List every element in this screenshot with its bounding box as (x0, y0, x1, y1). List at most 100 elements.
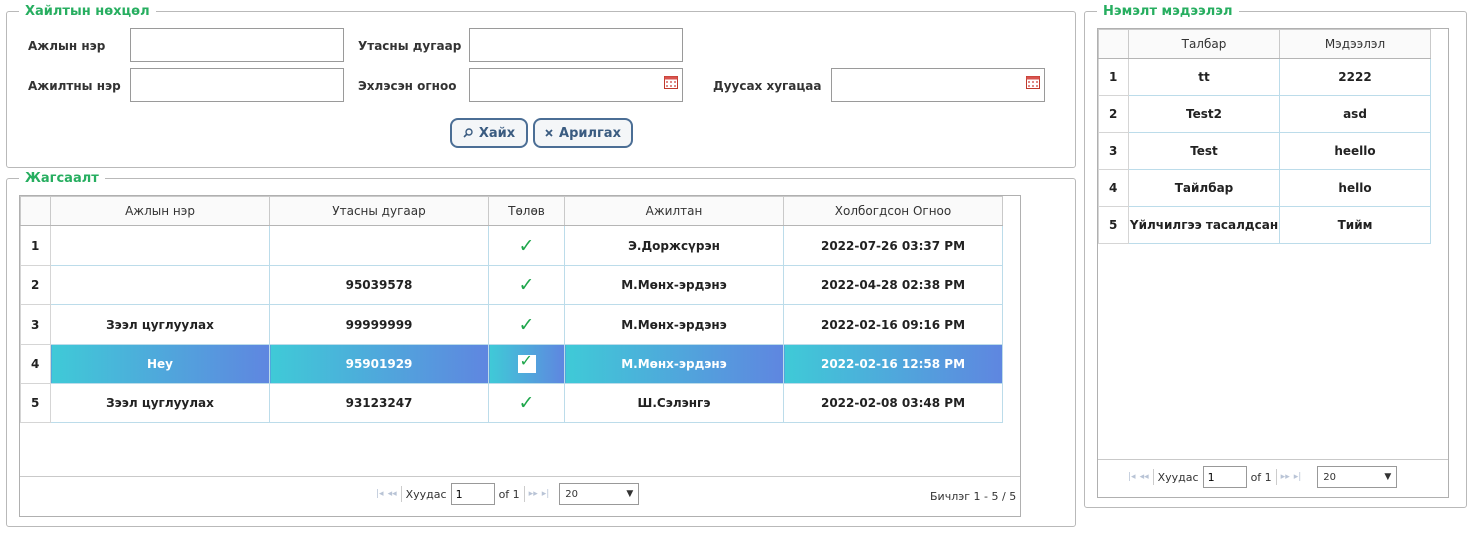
column-header-phone[interactable]: Утасны дугаар (269, 196, 489, 226)
cell-date[interactable]: 2022-02-16 12:58 PM (783, 344, 1003, 384)
row-number: 2 (20, 265, 51, 305)
cell-employee[interactable]: Ш.Сэлэнгэ (564, 383, 784, 423)
search-panel-title: Хайлтын нөхцөл (25, 4, 150, 19)
cell-phone[interactable] (269, 225, 489, 266)
cell-info[interactable]: heello (1279, 132, 1431, 170)
table-row[interactable]: 3 Test heello (1098, 132, 1431, 170)
cell-job-name[interactable] (50, 225, 270, 266)
cell-date[interactable]: 2022-07-26 03:37 PM (783, 225, 1003, 266)
table-row[interactable]: 2 Test2 asd (1098, 95, 1431, 133)
table-row[interactable]: 2 95039578 ✓ М.Мөнх-эрдэнэ 2022-04-28 02… (20, 265, 1003, 305)
cell-info[interactable]: asd (1279, 95, 1431, 133)
cell-job-name[interactable]: Зээл цуглуулах (50, 383, 270, 423)
search-button-label: Хайх (478, 125, 516, 141)
cell-field[interactable]: Үйлчилгээ тасалдсан (1128, 206, 1280, 244)
search-button[interactable]: Хайх (450, 118, 528, 148)
table-row[interactable]: 1 ✓ Э.Доржсүрэн 2022-07-26 03:37 PM (20, 225, 1003, 266)
page-count: of 1 (1250, 470, 1272, 484)
list-panel-title: Жагсаалт (25, 171, 99, 186)
list-table: Ажлын нэр Утасны дугаар Төлөв Ажилтан Хо… (20, 196, 1003, 423)
cell-field[interactable]: Test (1128, 132, 1280, 170)
extra-info-pager: |◂ ◂◂ Хуудас of 1 ▸▸ ▸| 20 ▼ (1128, 466, 1398, 488)
pager-divider (1098, 459, 1448, 460)
cell-date[interactable]: 2022-02-16 09:16 PM (783, 304, 1003, 345)
column-header-job-name[interactable]: Ажлын нэр (50, 196, 270, 226)
cell-info[interactable]: hello (1279, 169, 1431, 207)
cell-field[interactable]: Тайлбар (1128, 169, 1280, 207)
prev-page-icon[interactable]: ◂◂ (1140, 472, 1149, 482)
check-icon: ✓ (518, 313, 535, 336)
table-row[interactable]: 5 Үйлчилгээ тасалдсан Тийм (1098, 206, 1431, 244)
calendar-icon[interactable] (664, 76, 678, 89)
cell-info[interactable]: Тийм (1279, 206, 1431, 244)
employee-name-input[interactable] (130, 68, 344, 102)
cell-field[interactable]: Test2 (1128, 95, 1280, 133)
table-row[interactable]: 5 Зээл цуглуулах 93123247 ✓ Ш.Сэлэнгэ 20… (20, 383, 1003, 423)
cell-employee[interactable]: Э.Доржсүрэн (564, 225, 784, 266)
first-page-icon[interactable]: |◂ (376, 489, 384, 499)
cell-job-name[interactable]: Hey (50, 344, 270, 384)
cell-employee[interactable]: М.Мөнх-эрдэнэ (564, 265, 784, 305)
cell-employee[interactable]: М.Мөнх-эрдэнэ (564, 304, 784, 345)
calendar-icon[interactable] (1026, 76, 1040, 89)
end-date-label: Дуусах хугацаа (713, 79, 822, 93)
row-number: 1 (20, 225, 51, 266)
table-row[interactable]: 1 tt 2222 (1098, 58, 1431, 96)
clear-button-label: Арилгах (559, 125, 621, 141)
next-page-icon[interactable]: ▸▸ (529, 489, 538, 499)
row-number: 4 (1098, 169, 1129, 207)
cell-date[interactable]: 2022-02-08 03:48 PM (783, 383, 1003, 423)
chevron-down-icon: ▼ (626, 489, 634, 499)
last-page-icon[interactable]: ▸| (542, 489, 550, 499)
column-header-status[interactable]: Төлөв (488, 196, 565, 226)
prev-page-icon[interactable]: ◂◂ (388, 489, 397, 499)
cell-job-name[interactable]: Зээл цуглуулах (50, 304, 270, 345)
cell-status[interactable]: ✓ (488, 383, 565, 423)
cell-status[interactable] (488, 344, 565, 384)
table-row-selected[interactable]: 4 Hey 95901929 М.Мөнх-эрдэнэ 2022-02-16 … (20, 344, 1003, 384)
column-header-field[interactable]: Талбар (1128, 29, 1280, 59)
record-count: Бичлэг 1 - 5 / 5 (930, 490, 1017, 503)
page-number-input[interactable] (1202, 466, 1247, 488)
check-icon: ✓ (518, 392, 535, 414)
page-size-select[interactable]: 20 ▼ (1317, 466, 1398, 488)
extra-info-panel-title: Нэмэлт мэдээлэл (1103, 4, 1233, 19)
page-size-select[interactable]: 20 ▼ (559, 483, 640, 505)
first-page-icon[interactable]: |◂ (1128, 472, 1136, 482)
column-header-info[interactable]: Мэдээлэл (1279, 29, 1431, 59)
cell-field[interactable]: tt (1128, 58, 1280, 96)
cell-phone[interactable]: 95901929 (269, 344, 489, 384)
cell-status[interactable]: ✓ (488, 225, 565, 266)
cell-date[interactable]: 2022-04-28 02:38 PM (783, 265, 1003, 305)
chevron-down-icon: ▼ (1384, 472, 1392, 482)
employee-name-label: Ажилтны нэр (28, 79, 121, 93)
next-page-icon[interactable]: ▸▸ (1281, 472, 1290, 482)
cell-phone[interactable]: 93123247 (269, 383, 489, 423)
column-header-date[interactable]: Холбогдсон Огноо (783, 196, 1003, 226)
checkbox-checked-icon[interactable] (517, 351, 536, 373)
last-page-icon[interactable]: ▸| (1294, 472, 1302, 482)
phone-input[interactable] (469, 28, 683, 62)
row-number: 5 (1098, 206, 1129, 244)
cell-status[interactable]: ✓ (488, 304, 565, 345)
phone-label: Утасны дугаар (358, 39, 462, 53)
page-number-input[interactable] (450, 483, 495, 505)
list-grid: Ажлын нэр Утасны дугаар Төлөв Ажилтан Хо… (19, 195, 1021, 517)
column-header-employee[interactable]: Ажилтан (564, 196, 784, 226)
clear-button[interactable]: Арилгах (533, 118, 633, 148)
end-date-input[interactable] (831, 68, 1045, 102)
cell-status[interactable]: ✓ (488, 265, 565, 305)
row-number: 3 (20, 304, 51, 345)
page-count: of 1 (498, 487, 520, 501)
cell-employee[interactable]: М.Мөнх-эрдэнэ (564, 344, 784, 384)
cell-phone[interactable]: 99999999 (269, 304, 489, 345)
row-number: 1 (1098, 58, 1129, 96)
table-row[interactable]: 3 Зээл цуглуулах 99999999 ✓ М.Мөнх-эрдэн… (20, 304, 1003, 345)
cell-phone[interactable]: 95039578 (269, 265, 489, 305)
cell-job-name[interactable] (50, 265, 270, 305)
job-name-input[interactable] (130, 28, 344, 62)
start-date-input[interactable] (469, 68, 683, 102)
cell-info[interactable]: 2222 (1279, 58, 1431, 96)
pager-separator (400, 486, 402, 502)
table-row[interactable]: 4 Тайлбар hello (1098, 169, 1431, 207)
